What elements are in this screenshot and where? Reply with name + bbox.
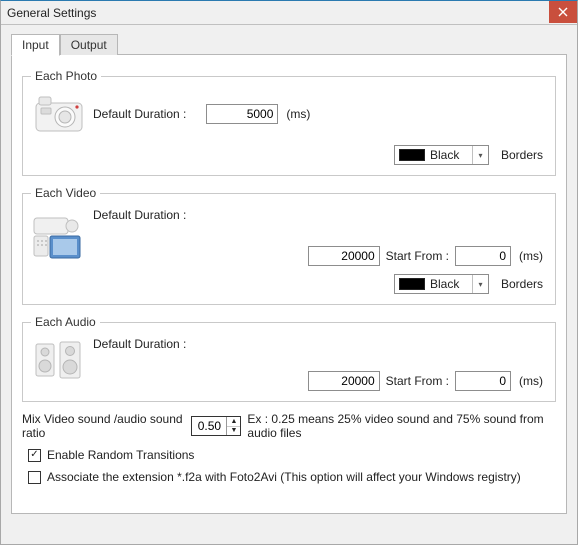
video-borders-label: Borders [501,277,543,291]
group-legend-audio: Each Audio [31,315,100,329]
audio-startfrom-input[interactable] [455,371,511,391]
audio-startfrom-label: Start From : [386,374,449,388]
checkbox-random-transitions-row: ✓ Enable Random Transitions [22,448,556,462]
group-each-photo: Each Photo Default Duration : [22,69,556,176]
video-border-color-combo[interactable]: Black ▾ [394,274,489,294]
video-unit: (ms) [519,249,543,263]
mix-ratio-input[interactable] [192,417,226,435]
audio-duration-label: Default Duration : [93,337,186,351]
mix-ratio-spinner[interactable]: ▲ ▼ [191,416,241,436]
video-duration-input[interactable] [308,246,380,266]
mix-ratio-hint: Ex : 0.25 means 25% video sound and 75% … [247,412,556,440]
spinner-down-icon[interactable]: ▼ [227,427,240,436]
group-legend-photo: Each Photo [31,69,101,83]
camcorder-icon [31,208,87,264]
window-title: General Settings [7,6,96,20]
checkbox-associate-ext-row: Associate the extension *.f2a with Foto2… [22,470,556,484]
checkbox-associate-ext-label: Associate the extension *.f2a with Foto2… [47,470,521,484]
tabstrip: Input Output [11,33,567,55]
tab-input[interactable]: Input [11,34,60,56]
speakers-icon [31,337,87,383]
window-body: Input Output Each Photo [1,25,577,524]
photo-duration-input[interactable] [206,104,278,124]
audio-duration-input[interactable] [308,371,380,391]
chevron-down-icon: ▾ [472,275,488,293]
close-icon [558,7,568,17]
video-startfrom-input[interactable] [455,246,511,266]
checkbox-random-transitions[interactable]: ✓ [28,449,41,462]
titlebar: General Settings [1,1,577,25]
mix-ratio-label: Mix Video sound /audio sound ratio [22,412,185,440]
video-duration-label: Default Duration : [93,208,186,222]
photo-duration-label: Default Duration : [93,107,186,121]
color-swatch-icon [399,278,425,290]
photo-unit: (ms) [286,107,310,121]
checkbox-associate-ext[interactable] [28,471,41,484]
mix-ratio-row: Mix Video sound /audio sound ratio ▲ ▼ E… [22,412,556,440]
video-borders-row: Black ▾ Borders [31,274,547,294]
group-legend-video: Each Video [31,186,100,200]
spinner-arrows: ▲ ▼ [226,417,240,435]
video-border-color-name: Black [430,277,467,291]
close-button[interactable] [549,1,577,23]
settings-window: General Settings Input Output Each Photo [0,0,578,545]
camera-icon [31,91,87,137]
tab-output[interactable]: Output [60,34,118,55]
group-each-audio: Each Audio Default Duration : [22,315,556,402]
chevron-down-icon: ▾ [472,146,488,164]
group-each-video: Each Video Default Duration [22,186,556,305]
audio-duration-row: Start From : (ms) [31,371,547,391]
photo-border-color-name: Black [430,148,467,162]
video-startfrom-label: Start From : [386,249,449,263]
photo-borders-row: Black ▾ Borders [31,145,547,165]
photo-border-color-combo[interactable]: Black ▾ [394,145,489,165]
tab-panel-input: Each Photo Default Duration : [11,54,567,514]
photo-borders-label: Borders [501,148,543,162]
video-duration-row: Start From : (ms) [31,246,547,266]
color-swatch-icon [399,149,425,161]
audio-unit: (ms) [519,374,543,388]
checkbox-random-transitions-label: Enable Random Transitions [47,448,194,462]
spinner-up-icon[interactable]: ▲ [227,417,240,427]
photo-row: Default Duration : (ms) [31,91,547,137]
